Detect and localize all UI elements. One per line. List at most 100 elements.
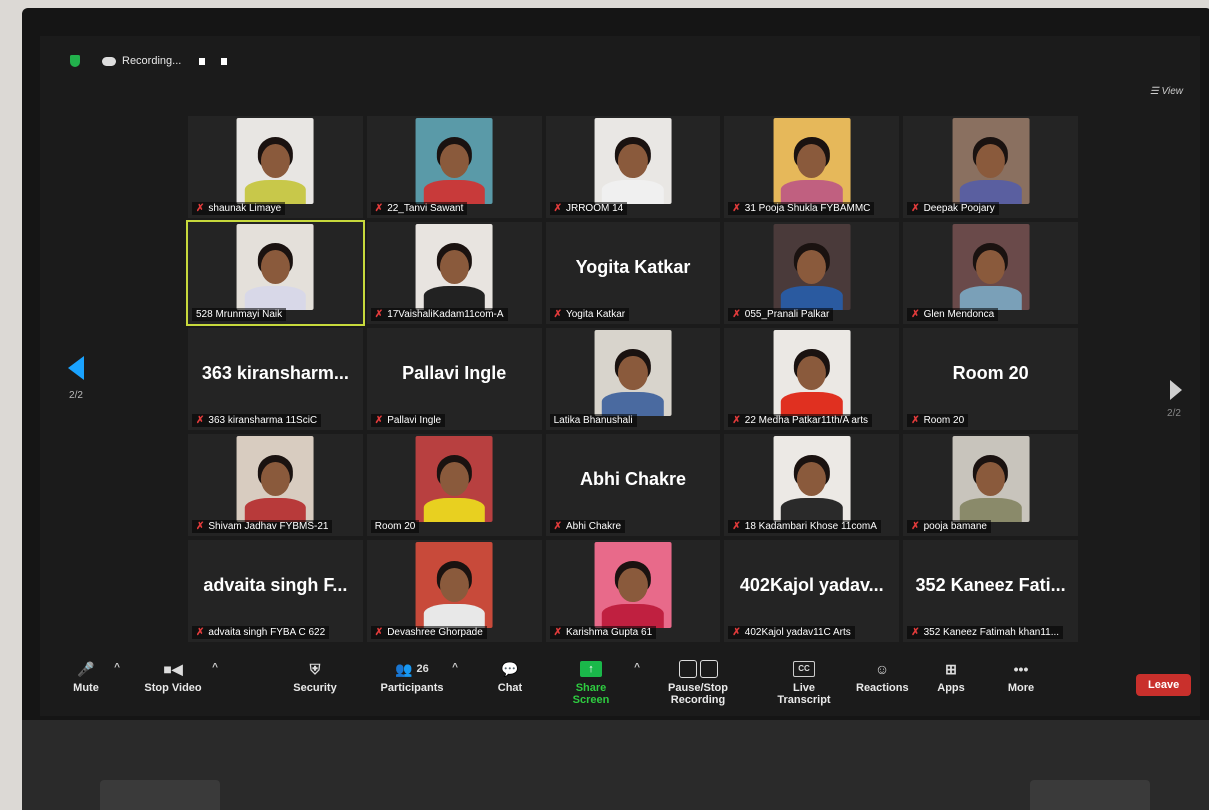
participant-name-label: ✗ 22 Medha Patkar11th/A arts [728, 414, 873, 427]
participant-video [594, 542, 672, 628]
participant-video [952, 436, 1030, 522]
shoulders [602, 391, 664, 416]
apps-label: Apps [937, 682, 965, 694]
participant-name: JRROOM 14 [565, 203, 624, 214]
microphone-icon: 🎤 [77, 660, 95, 677]
live-transcript-button[interactable]: CC Live Transcript [766, 656, 842, 706]
participant-name-label: ✗ JRROOM 14 [549, 202, 628, 215]
shoulders [781, 179, 843, 204]
participant-name-label: ✗ 352 Kaneez Fatimah khan11... [907, 626, 1064, 639]
shoulders [781, 391, 843, 416]
participants-icon: 👥 26 [395, 660, 429, 677]
participant-name: 31 Pooja Shukla FYBAMMC [744, 203, 871, 214]
muted-mic-icon: ✗ [911, 521, 920, 532]
participant-tile[interactable]: ✗ 18 Kadambari Khose 11comA [724, 434, 900, 536]
participant-tile[interactable]: ✗ pooja bamane [903, 434, 1078, 536]
participant-display-name: advaita singh F... [203, 574, 348, 595]
participant-tile[interactable]: ✗ 22 Medha Patkar11th/A arts [724, 328, 900, 430]
participant-tile[interactable]: ✗ 055_Pranali Palkar [724, 222, 900, 324]
participant-tile[interactable]: ✗ Deepak Poojary [903, 116, 1078, 218]
face [797, 143, 827, 179]
shoulders [423, 179, 485, 204]
reactions-label: Reactions [856, 682, 909, 694]
participants-button[interactable]: 👥 26 Participants ^ [380, 656, 458, 695]
participant-tile[interactable]: ✗ Shivam Jadhav FYBMS-21 [188, 434, 363, 536]
encryption-shield-icon[interactable] [70, 55, 80, 67]
share-screen-label: Share Screen [572, 682, 610, 706]
chevron-up-icon[interactable]: ^ [114, 662, 120, 673]
participant-tile[interactable]: 363 kiransharm... ✗ 363 kiransharma 11SciC [188, 328, 363, 430]
live-transcript-label: Live Transcript [777, 682, 831, 706]
shield-icon: ⛨ [309, 660, 321, 677]
muted-mic-icon: ✗ [911, 415, 920, 426]
security-button[interactable]: ⛨ Security [292, 656, 338, 695]
page-next[interactable]: 2/2 [1166, 380, 1182, 419]
participant-tile[interactable]: Yogita Katkar ✗ Yogita Katkar [545, 222, 721, 324]
participant-name: Devashree Ghorpade [387, 627, 483, 638]
pause-stop-recording-button[interactable]: Pause/Stop Recording [642, 656, 754, 706]
participant-tile[interactable]: ✗ 22_Tanvi Sawant [366, 116, 542, 218]
participant-tile[interactable]: ✗ Devashree Ghorpade [366, 540, 542, 642]
chevron-up-icon[interactable]: ^ [634, 662, 640, 673]
participant-tile[interactable]: ✗ shaunak Limaye [188, 116, 363, 218]
face [975, 249, 1006, 285]
security-label: Security [293, 682, 337, 694]
share-screen-button[interactable]: ↑ Share Screen ^ [556, 656, 640, 706]
shoulders [244, 285, 307, 310]
chat-button[interactable]: 💬 Chat [496, 656, 524, 695]
participant-name: Yogita Katkar [565, 309, 626, 320]
participant-tile[interactable]: Room 20 [366, 434, 542, 536]
pause-recording-icon[interactable] [199, 57, 206, 65]
participant-tile[interactable]: ✗ JRROOM 14 [545, 116, 721, 218]
participant-tile[interactable]: Room 20 ✗ Room 20 [903, 328, 1078, 430]
leave-button[interactable]: Leave [1136, 674, 1192, 696]
participant-name: 352 Kaneez Fatimah khan11... [923, 627, 1060, 638]
recording-controls[interactable] [199, 57, 228, 65]
page-prev[interactable]: 2/2 [68, 356, 84, 401]
stop-video-button[interactable]: ■◀ Stop Video ^ [142, 656, 218, 695]
participant-display-name: Pallavi Ingle [402, 362, 507, 383]
participant-name: 055_Pranali Palkar [744, 309, 830, 320]
cloud-recording-icon [102, 56, 116, 66]
reactions-button[interactable]: ☺ Reactions [856, 656, 909, 694]
view-button[interactable]: ☰ View [1150, 86, 1183, 97]
recording-status: Recording... [122, 55, 182, 67]
participant-tile[interactable]: advaita singh F... ✗ advaita singh FYBA C … [188, 540, 363, 642]
participant-name: Deepak Poojary [923, 203, 995, 214]
participant-tile[interactable]: Pallavi Ingle ✗ Pallavi Ingle [366, 328, 542, 430]
muted-mic-icon: ✗ [911, 203, 920, 214]
participant-video [773, 224, 851, 310]
participant-name: 22_Tanvi Sawant [387, 203, 464, 214]
participant-tile[interactable]: Latika Bhanushali [545, 328, 721, 430]
participant-tile[interactable]: ✗ Glen Mendonca [903, 222, 1078, 324]
participant-tile[interactable]: ✗ 17VaishaliKadam11com-A [366, 222, 542, 324]
mute-button[interactable]: 🎤 Mute ^ [66, 656, 120, 695]
participant-name-label: Room 20 [370, 520, 420, 533]
muted-mic-icon: ✗ [732, 627, 741, 638]
prev-page-arrow-icon[interactable] [68, 356, 84, 380]
chevron-up-icon[interactable]: ^ [452, 662, 458, 673]
participant-name: 528 Mrunmayi Naik [196, 309, 283, 320]
participant-display-name: Room 20 [952, 362, 1029, 383]
closed-caption-icon: CC [793, 661, 815, 677]
muted-mic-icon: ✗ [374, 203, 384, 214]
stop-recording-icon[interactable] [221, 57, 228, 65]
muted-mic-icon: ✗ [553, 203, 562, 214]
participant-tile[interactable]: ✗ Karishma Gupta 61 [545, 540, 721, 642]
participant-name-label: ✗ 055_Pranali Palkar [728, 308, 834, 321]
apps-button[interactable]: ⊞ Apps [936, 656, 966, 695]
chevron-up-icon[interactable]: ^ [212, 662, 218, 673]
participant-tile[interactable]: 352 Kaneez Fati... ✗ 352 Kaneez Fatimah kh… [903, 540, 1078, 642]
shoulders [781, 497, 843, 522]
more-button[interactable]: ••• More [1006, 656, 1036, 694]
participant-tile[interactable]: 402Kajol yadav... ✗ 402Kajol yadav11C Arts [724, 540, 900, 642]
next-page-arrow-icon[interactable] [1170, 380, 1182, 400]
participant-tile[interactable]: Abhi Chakre ✗ Abhi Chakre [545, 434, 721, 536]
participant-name-label: ✗ 31 Pooja Shukla FYBAMMC [728, 202, 875, 215]
participant-name: 18 Kadambari Khose 11comA [744, 521, 877, 532]
participant-display-name: Yogita Katkar [575, 256, 691, 277]
participant-tile[interactable]: ✗ 31 Pooja Shukla FYBAMMC [724, 116, 900, 218]
participant-tile[interactable]: 528 Mrunmayi Naik [186, 220, 365, 326]
face [618, 355, 648, 391]
shoulders [423, 285, 485, 310]
